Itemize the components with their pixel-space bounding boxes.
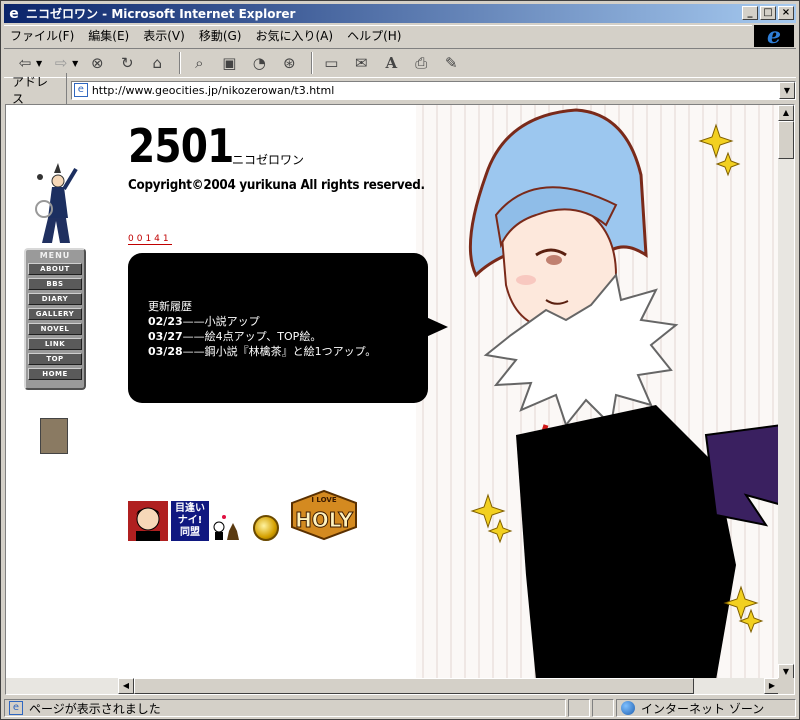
character-illustration — [416, 105, 780, 680]
nav-bbs[interactable]: BBS — [28, 278, 82, 290]
copyright-text: Copyright©2004 yurikuna All rights reser… — [128, 178, 425, 193]
address-input[interactable]: e http://www.geocities.jp/nikozerowan/t3… — [70, 80, 796, 100]
scroll-up-arrow-icon[interactable]: ▲ — [778, 105, 794, 121]
status-bar: e ページが表示されました インターネット ゾーン — [4, 698, 796, 718]
news-item: 02/23——小説アップ — [148, 315, 260, 328]
page-icon: e — [73, 83, 88, 97]
news-item: 03/28——鋼小説『林檎茶』と絵1つアップ。 — [148, 345, 377, 358]
link-banner-holy[interactable]: I LOVE HOLY — [288, 489, 360, 541]
history-icon[interactable]: ◔ — [246, 51, 272, 75]
menu-bar: ファイル(F) 編集(E) 表示(V) 移動(G) お気に入り(A) ヘルプ(H… — [4, 25, 752, 45]
update-history: 更新履歴 02/23——小説アップ 03/27——絵4点アップ、TOP絵。 03… — [148, 299, 376, 359]
edit-icon[interactable]: ✎ — [438, 51, 464, 75]
menu-help[interactable]: ヘルプ(H) — [347, 27, 401, 44]
vertical-scroll-thumb[interactable] — [778, 121, 794, 159]
horizontal-scroll-thumb[interactable] — [134, 678, 694, 694]
nav-menu-heading: MENU — [39, 251, 71, 260]
title-bar: e ニコゼロワン - Microsoft Internet Explorer _… — [4, 4, 796, 23]
back-arrow-icon[interactable]: ⇦ — [12, 51, 38, 75]
menu-favorites[interactable]: お気に入り(A) — [255, 27, 333, 44]
link-banner-character[interactable] — [128, 501, 168, 541]
forward-dropdown-icon[interactable]: ▼ — [72, 59, 78, 68]
address-bar: アドレス e http://www.geocities.jp/nikozerow… — [4, 73, 796, 107]
nav-menu: MENU ABOUT BBS DIARY GALLERY NOVEL LINK … — [24, 248, 86, 390]
search-icon[interactable]: ⌕ — [186, 51, 212, 75]
address-url[interactable]: http://www.geocities.jp/nikozerowan/t3.h… — [92, 84, 334, 97]
mail-icon[interactable]: ✉ — [348, 51, 374, 75]
standard-toolbar: ⇦ ▼ ⇨ ▼ ⊗ ↻ ⌂ ⌕ ▣ ◔ ⊛ ▭ ✉ A ⎙ ✎ — [4, 48, 796, 78]
site-subtitle: ニコゼロワン — [232, 153, 305, 167]
scroll-left-arrow-icon[interactable]: ◀ — [118, 678, 134, 694]
link-banner-coin[interactable] — [253, 515, 279, 541]
status-cell — [568, 699, 590, 717]
content-viewport: 2501 ニコゼロワン Copyright©2004 yurikuna All … — [5, 104, 795, 695]
update-history-heading: 更新履歴 — [148, 300, 192, 313]
holy-banner-top-text: I LOVE — [311, 496, 336, 504]
stop-icon[interactable]: ⊗ — [84, 51, 110, 75]
web-page: 2501 ニコゼロワン Copyright©2004 yurikuna All … — [6, 105, 780, 680]
address-dropdown-icon[interactable]: ▼ — [779, 81, 795, 99]
window-title: ニコゼロワン - Microsoft Internet Explorer — [26, 7, 296, 21]
nav-link[interactable]: LINK — [28, 338, 82, 350]
mascot-figure — [35, 163, 78, 243]
small-link-banner[interactable] — [40, 418, 68, 454]
nav-top[interactable]: TOP — [28, 353, 82, 365]
news-item: 03/27——絵4点アップ、TOP絵。 — [148, 330, 322, 343]
menu-view[interactable]: 表示(V) — [143, 27, 185, 44]
nav-home[interactable]: HOME — [28, 368, 82, 380]
banner-alliance-text: 目逢い ナイ! 同盟 — [175, 503, 205, 538]
status-cell — [592, 699, 614, 717]
nav-novel[interactable]: NOVEL — [28, 323, 82, 335]
status-message: e ページが表示されました — [4, 699, 566, 717]
zone-text: インターネット ゾーン — [641, 701, 765, 716]
nav-diary[interactable]: DIARY — [28, 293, 82, 305]
security-zone: インターネット ゾーン — [616, 699, 796, 717]
fullscreen-icon[interactable]: ▭ — [318, 51, 344, 75]
back-dropdown-icon[interactable]: ▼ — [36, 59, 42, 68]
page-done-icon: e — [9, 701, 23, 715]
news-bubble-tail — [426, 317, 448, 337]
nav-about[interactable]: ABOUT — [28, 263, 82, 275]
channels-icon[interactable]: ⊛ — [276, 51, 302, 75]
horizontal-scrollbar[interactable]: ◀ ▶ — [6, 678, 780, 694]
print-icon[interactable]: ⎙ — [408, 51, 434, 75]
maximize-button[interactable]: □ — [760, 6, 776, 20]
ie-logo-icon: e — [754, 23, 794, 49]
scrollbar-corner — [778, 678, 794, 694]
favorites-icon[interactable]: ▣ — [216, 51, 242, 75]
link-banner-small-figures[interactable] — [211, 513, 243, 541]
menu-file[interactable]: ファイル(F) — [10, 27, 74, 44]
menu-edit[interactable]: 編集(E) — [88, 27, 129, 44]
nav-gallery[interactable]: GALLERY — [28, 308, 82, 320]
globe-icon — [621, 701, 635, 715]
vertical-scrollbar[interactable]: ▲ ▼ — [778, 105, 794, 680]
toolbar-separator — [179, 52, 182, 74]
menu-go[interactable]: 移動(G) — [199, 27, 242, 44]
browser-window: e ニコゼロワン - Microsoft Internet Explorer _… — [0, 0, 800, 720]
site-title: 2501 — [128, 119, 234, 173]
holy-banner-text: HOLY — [295, 508, 353, 532]
refresh-icon[interactable]: ↻ — [114, 51, 140, 75]
minimize-button[interactable]: _ — [742, 6, 758, 20]
forward-arrow-icon[interactable]: ⇨ — [48, 51, 74, 75]
home-icon[interactable]: ⌂ — [144, 51, 170, 75]
address-label: アドレス — [4, 73, 67, 107]
close-button[interactable]: × — [778, 6, 794, 20]
font-icon[interactable]: A — [378, 51, 404, 75]
access-counter: 00141 — [128, 234, 172, 245]
status-text: ページが表示されました — [29, 701, 161, 716]
link-banner-alliance[interactable]: 目逢い ナイ! 同盟 — [171, 501, 209, 541]
toolbar-separator — [311, 52, 314, 74]
ie-window-icon[interactable]: e — [6, 6, 22, 22]
